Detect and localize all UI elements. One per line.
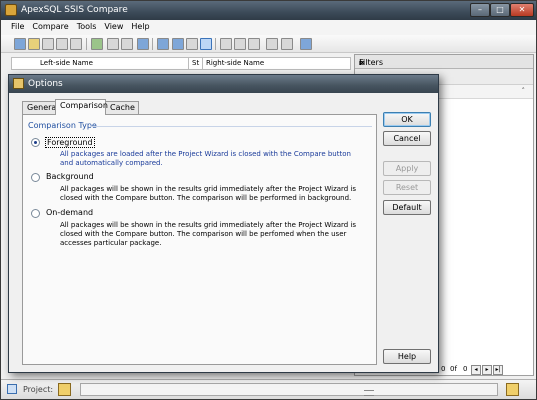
collapse-arrow-icon[interactable]: ˄ — [522, 87, 526, 95]
copy-icon[interactable] — [107, 38, 119, 50]
open-folder-icon[interactable] — [28, 38, 40, 50]
layout-icon[interactable] — [234, 38, 246, 50]
tools-icon[interactable] — [220, 38, 232, 50]
results-grid-header: Left-side Name St Right-side Name — [11, 57, 351, 70]
toolbar-separator — [215, 38, 216, 50]
help-button[interactable]: Help — [383, 349, 431, 364]
project-label: Project: — [23, 385, 54, 394]
sync-icon[interactable] — [186, 38, 198, 50]
options-icon — [13, 78, 24, 89]
menu-bar: File Compare Tools View Help — [1, 20, 536, 35]
splitter-grip[interactable] — [364, 390, 374, 396]
project-field — [80, 383, 498, 396]
status-window-icon — [7, 384, 17, 394]
columns-icon[interactable] — [172, 38, 184, 50]
column-divider — [202, 58, 203, 69]
radio-background[interactable] — [31, 173, 40, 182]
close-panel-icon[interactable]: × — [359, 58, 366, 67]
pager-total: 0 — [463, 365, 468, 373]
pager-last-button[interactable]: ▸| — [493, 365, 503, 375]
pager-first-count: 0 — [441, 365, 446, 373]
options-icon[interactable] — [300, 38, 312, 50]
grid-icon[interactable] — [157, 38, 169, 50]
window-icon[interactable] — [137, 38, 149, 50]
status-bar: Project: — [1, 379, 536, 399]
title-bar: ApexSQL SSIS Compare – □ ✕ — [1, 1, 536, 20]
report-icon[interactable] — [281, 38, 293, 50]
apply-button[interactable]: Apply — [383, 161, 431, 176]
column-status[interactable]: St — [192, 59, 199, 67]
comparison-panel: Comparison Type Foreground All packages … — [22, 114, 377, 365]
app-icon — [5, 4, 17, 16]
compare-icon[interactable] — [248, 38, 260, 50]
column-divider — [188, 58, 189, 69]
menu-compare[interactable]: Compare — [28, 20, 72, 31]
menu-file[interactable]: File — [1, 20, 28, 31]
toolbar-separator — [86, 38, 87, 50]
radio-on-demand-label[interactable]: On-demand — [46, 208, 93, 217]
ok-button[interactable]: OK — [383, 112, 431, 127]
column-right-name[interactable]: Right-side Name — [206, 59, 264, 67]
radio-on-demand[interactable] — [31, 209, 40, 218]
on-demand-description: All packages will be shown in the result… — [60, 221, 357, 247]
tab-general[interactable]: General — [22, 101, 59, 114]
project-icon-right[interactable] — [506, 383, 519, 396]
pager-next-button[interactable]: ▸ — [482, 365, 492, 375]
script-icon[interactable] — [266, 38, 278, 50]
tab-comparison[interactable]: Comparison — [55, 99, 108, 115]
close-button[interactable]: ✕ — [510, 3, 534, 17]
cancel-button[interactable]: Cancel — [383, 131, 431, 146]
group-divider — [90, 126, 372, 127]
project-icon[interactable] — [58, 383, 71, 396]
background-description: All packages will be shown in the result… — [60, 185, 357, 202]
pager-prev-button[interactable]: ◂ — [471, 365, 481, 375]
dialog-title-bar: Options — [9, 75, 438, 93]
menu-help[interactable]: Help — [127, 20, 153, 31]
menu-tools[interactable]: Tools — [73, 20, 101, 31]
column-left-name[interactable]: Left-side Name — [40, 59, 93, 67]
reset-button[interactable]: Reset — [383, 180, 431, 195]
maximize-button[interactable]: □ — [490, 3, 510, 17]
toolbar-separator — [152, 38, 153, 50]
menu-view[interactable]: View — [100, 20, 127, 31]
radio-background-label[interactable]: Background — [46, 172, 94, 181]
save-icon[interactable] — [42, 38, 54, 50]
filter-icon[interactable] — [200, 38, 212, 50]
save-as-icon[interactable] — [56, 38, 68, 50]
disk-icon[interactable] — [70, 38, 82, 50]
window-title: ApexSQL SSIS Compare — [21, 5, 128, 15]
radio-foreground-label[interactable]: Foreground — [45, 137, 95, 148]
options-dialog: Options General Comparison Cache Compari… — [8, 74, 439, 373]
comparison-type-label: Comparison Type — [28, 121, 97, 130]
default-button[interactable]: Default — [383, 200, 431, 215]
tab-cache[interactable]: Cache — [105, 101, 139, 114]
dialog-title: Options — [28, 79, 63, 89]
pager-of-label: 0f — [450, 365, 457, 373]
toolbar — [1, 35, 536, 53]
paste-icon[interactable] — [121, 38, 133, 50]
minimize-button[interactable]: – — [470, 3, 490, 17]
radio-foreground[interactable] — [31, 138, 40, 147]
foreground-description: All packages are loaded after the Projec… — [60, 150, 351, 167]
refresh-icon[interactable] — [91, 38, 103, 50]
new-project-icon[interactable] — [14, 38, 26, 50]
filters-header: Filters ⩏ × — [355, 55, 533, 69]
